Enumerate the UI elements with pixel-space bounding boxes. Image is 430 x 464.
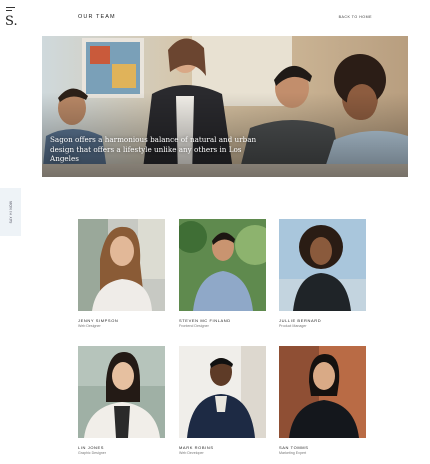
member-name: JENNY SIMPSON <box>78 318 119 323</box>
logo-dot: . <box>13 14 18 29</box>
hero-caption: Sagon offers a harmonious balance of nat… <box>50 135 257 164</box>
team-photo <box>78 346 165 438</box>
member-name: STEVEN MC FINLAND <box>179 318 231 323</box>
back-to-home-link[interactable]: BACK TO HOME <box>339 15 372 19</box>
page-title: OUR TEAM <box>78 14 116 20</box>
member-role: Graphic Designer <box>78 451 106 455</box>
team-photo <box>179 346 266 438</box>
team-photo <box>279 219 366 311</box>
team-card[interactable]: JENNY SIMPSON Web Designer <box>78 219 165 328</box>
team-photo <box>78 219 165 311</box>
member-role: Web Designer <box>78 324 101 328</box>
team-card[interactable]: STEVEN MC FINLAND Frontend Designer <box>179 219 266 328</box>
team-photo <box>279 346 366 438</box>
team-card[interactable]: MARK ROBINS Web Developer <box>179 346 266 455</box>
logo[interactable]: S. <box>5 14 18 29</box>
member-name: SAN TOMMS <box>279 445 309 450</box>
team-card[interactable]: SAN TOMMS Marketing Expert <box>279 346 366 455</box>
team-card[interactable]: JULLIE BERNARD Product Manager <box>279 219 366 328</box>
team-photo <box>179 219 266 311</box>
member-role: Web Developer <box>179 451 204 455</box>
team-card[interactable]: LIN JONES Graphic Designer <box>78 346 165 455</box>
member-role: Product Manager <box>279 324 307 328</box>
member-name: LIN JONES <box>78 445 105 450</box>
member-role: Marketing Expert <box>279 451 307 455</box>
member-name: JULLIE BERNARD <box>279 318 322 323</box>
say-hi-tab[interactable]: SAY HI NOW <box>0 188 21 236</box>
member-role: Frontend Designer <box>179 324 209 328</box>
member-name: MARK ROBINS <box>179 445 214 450</box>
hamburger-menu-icon[interactable] <box>6 7 15 12</box>
say-hi-label: SAY HI NOW <box>8 200 13 224</box>
